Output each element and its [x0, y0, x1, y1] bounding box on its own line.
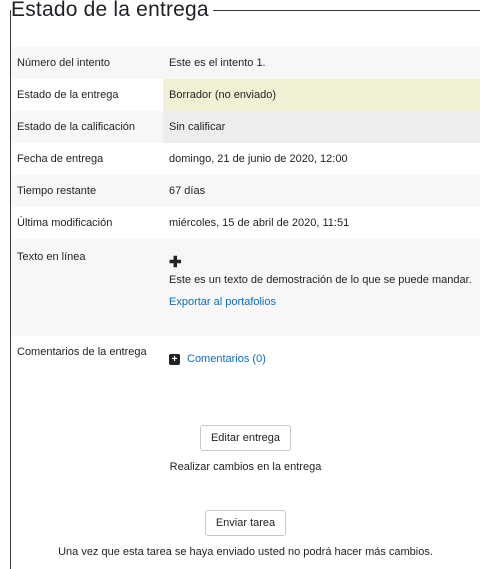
row-label: Número del intento — [17, 57, 110, 69]
table-row-due-date: Fecha de entrega domingo, 21 de junio de… — [11, 143, 480, 175]
edit-section: Editar entrega — [11, 425, 480, 451]
online-text-cell: ✚ Este es un texto de demostración de lo… — [163, 239, 480, 336]
submit-assignment-button[interactable]: Enviar tarea — [204, 510, 287, 536]
table-row-submission-status: Estado de la entrega Borrador (no enviad… — [11, 79, 480, 111]
plus-square-icon[interactable]: + — [169, 353, 180, 365]
table-row-time-remaining: Tiempo restante 67 días — [11, 175, 480, 207]
comments-link[interactable]: Comentarios (0) — [187, 353, 266, 365]
submit-section: Enviar tarea — [11, 510, 480, 536]
comments-cell: + Comentarios (0) — [163, 336, 480, 386]
section-heading: Estado de la entrega — [11, 0, 213, 22]
edit-help-text: Realizar cambios en la entrega — [169, 461, 322, 473]
table-row-attempt: Número del intento Este es el intento 1. — [11, 47, 480, 79]
row-value: 67 días — [169, 185, 206, 197]
row-value: domingo, 21 de junio de 2020, 12:00 — [169, 153, 348, 165]
table-row-comments: Comentarios de la entrega + Comentarios … — [11, 336, 480, 386]
plus-icon[interactable]: ✚ — [169, 255, 474, 270]
row-label: Texto en línea — [17, 251, 86, 263]
row-value: miércoles, 15 de abril de 2020, 11:51 — [169, 217, 350, 229]
export-portfolio-link[interactable]: Exportar al portafolios — [169, 296, 474, 308]
row-value: Sin calificar — [163, 111, 480, 143]
row-label: Comentarios de la entrega — [17, 346, 147, 358]
row-label: Estado de la calificación — [17, 121, 136, 133]
status-badge: Borrador (no enviado) — [163, 79, 480, 111]
edit-submission-button[interactable]: Editar entrega — [199, 425, 292, 451]
row-label: Estado de la entrega — [17, 89, 119, 101]
online-text-content: Este es un texto de demostración de lo q… — [169, 274, 472, 286]
row-label: Fecha de entrega — [17, 153, 104, 165]
row-label: Última modificación — [17, 217, 113, 229]
table-row-grading-status: Estado de la calificación Sin calificar — [11, 111, 480, 143]
submit-help-text: Una vez que esta tarea se haya enviado u… — [58, 546, 433, 558]
comments-toggle[interactable]: + Comentarios (0) — [169, 353, 474, 365]
submission-status-table: Número del intento Este es el intento 1.… — [11, 47, 480, 386]
row-label: Tiempo restante — [17, 185, 97, 197]
table-row-last-modified: Última modificación miércoles, 15 de abr… — [11, 207, 480, 239]
table-row-online-text: Texto en línea ✚ Este es un texto de dem… — [11, 239, 480, 336]
row-value: Este es el intento 1. — [169, 57, 266, 69]
